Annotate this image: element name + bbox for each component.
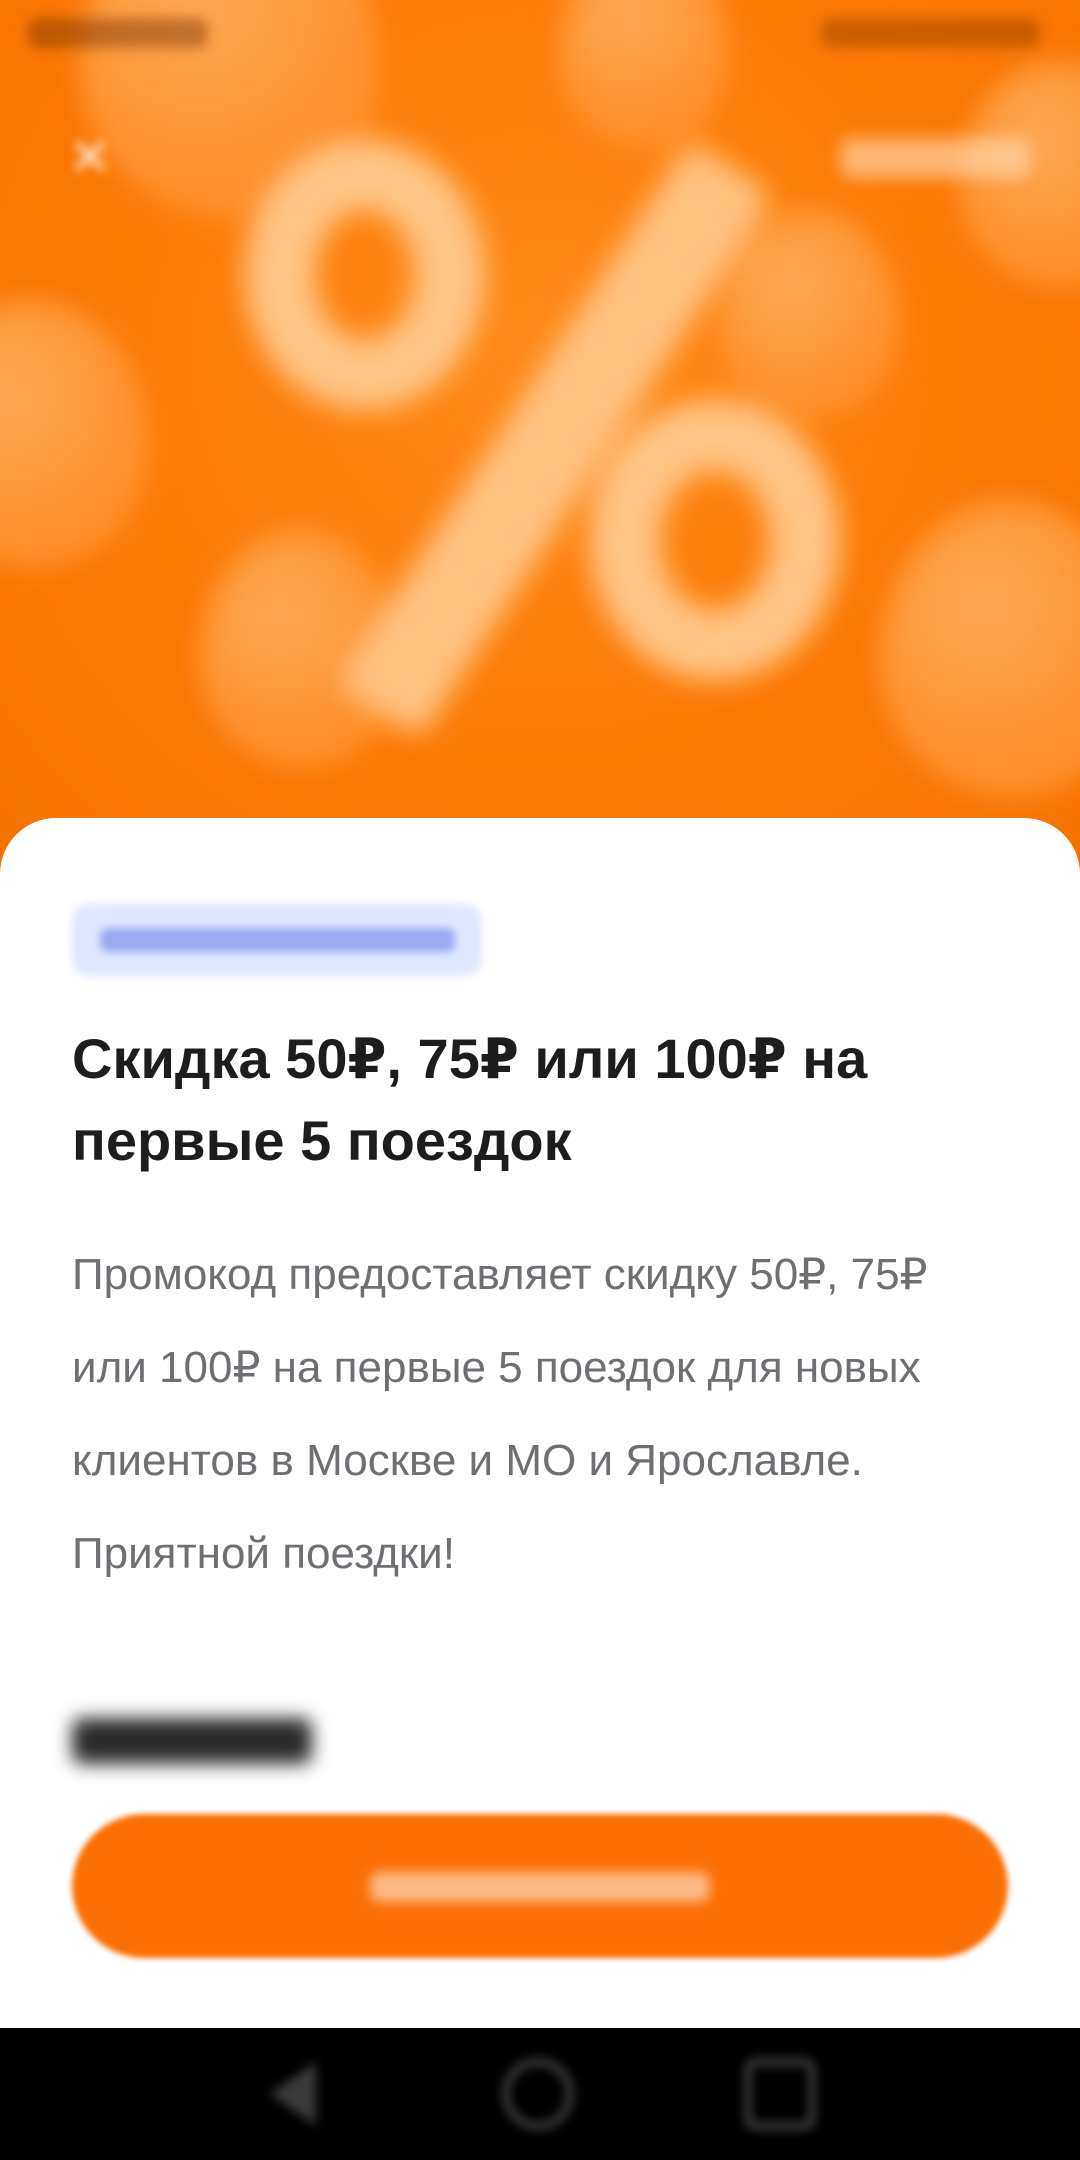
back-icon[interactable]	[270, 2062, 316, 2126]
status-indicators	[820, 18, 1040, 48]
promo-description: Промокод предоставляет скидку 50₽, 75₽ и…	[72, 1250, 928, 1578]
promo-tag	[72, 904, 482, 976]
banner-illustration	[0, 0, 1080, 880]
percent-ring-top	[245, 140, 485, 410]
status-time	[28, 18, 208, 48]
promo-banner: ✕	[0, 0, 1080, 880]
promo-title: Скидка 50₽, 75₽ или 100₽ на первые 5 пое…	[72, 1027, 868, 1172]
balloon-decoration	[720, 210, 900, 420]
conditions-link[interactable]	[72, 1718, 312, 1764]
activate-button-label	[370, 1872, 710, 1902]
system-nav-bar	[0, 2028, 1080, 2160]
top-right-link[interactable]	[840, 138, 1030, 178]
recent-apps-icon[interactable]	[744, 2058, 816, 2130]
close-button[interactable]: ✕	[60, 128, 120, 188]
percent-ring-bottom	[590, 400, 840, 680]
promo-tag-label	[100, 928, 455, 952]
balloon-decoration	[880, 500, 1080, 800]
promo-card: Скидка 50₽, 75₽ или 100₽ на первые 5 пое…	[0, 818, 1080, 2028]
status-bar	[0, 0, 1080, 72]
close-icon: ✕	[68, 129, 112, 187]
activate-button[interactable]	[72, 1814, 1008, 1958]
home-icon[interactable]	[502, 2058, 574, 2130]
balloon-decoration	[0, 300, 150, 570]
